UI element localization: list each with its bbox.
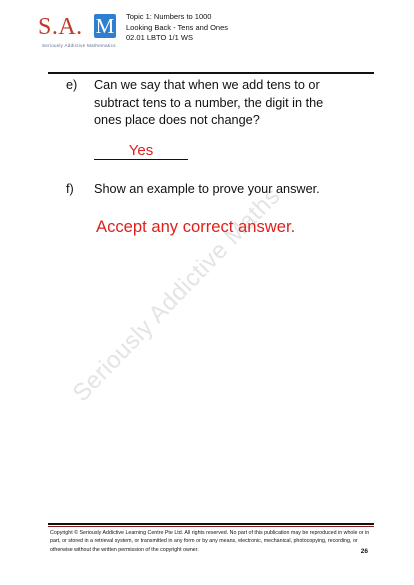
answer-f: Accept any correct answer.	[96, 217, 296, 236]
footer-rule	[48, 523, 374, 525]
question-f-letter: f)	[66, 182, 74, 196]
header-subtitle: Looking Back - Tens and Ones	[126, 22, 229, 32]
question-e-letter: e)	[66, 78, 78, 92]
footer-copyright: Copyright © Seriously Addictive Learning…	[50, 530, 370, 553]
header-code: 02.01 LBTO 1/1 WS	[126, 33, 193, 42]
sam-logo: S.A. M Seriously Addictive Mathematics	[38, 12, 118, 54]
page-number: 26	[360, 548, 368, 555]
answer-e: Yes	[128, 142, 154, 159]
question-f-text: Show an example to prove your answer.	[94, 182, 320, 196]
answer-line	[94, 159, 188, 160]
logo-m-letter: M	[95, 14, 115, 38]
question-e-text: Can we say that when we add tens to or s…	[94, 78, 324, 127]
logo-tagline: Seriously Addictive Mathematics	[42, 43, 116, 48]
header-topic: Topic 1: Numbers to 1000	[126, 12, 212, 21]
header-rule	[48, 72, 374, 74]
logo-letters: S.A.	[38, 14, 83, 40]
header-text: Topic 1: Numbers to 1000 Looking Back - …	[126, 12, 228, 44]
footer-rule-accent	[48, 526, 374, 527]
